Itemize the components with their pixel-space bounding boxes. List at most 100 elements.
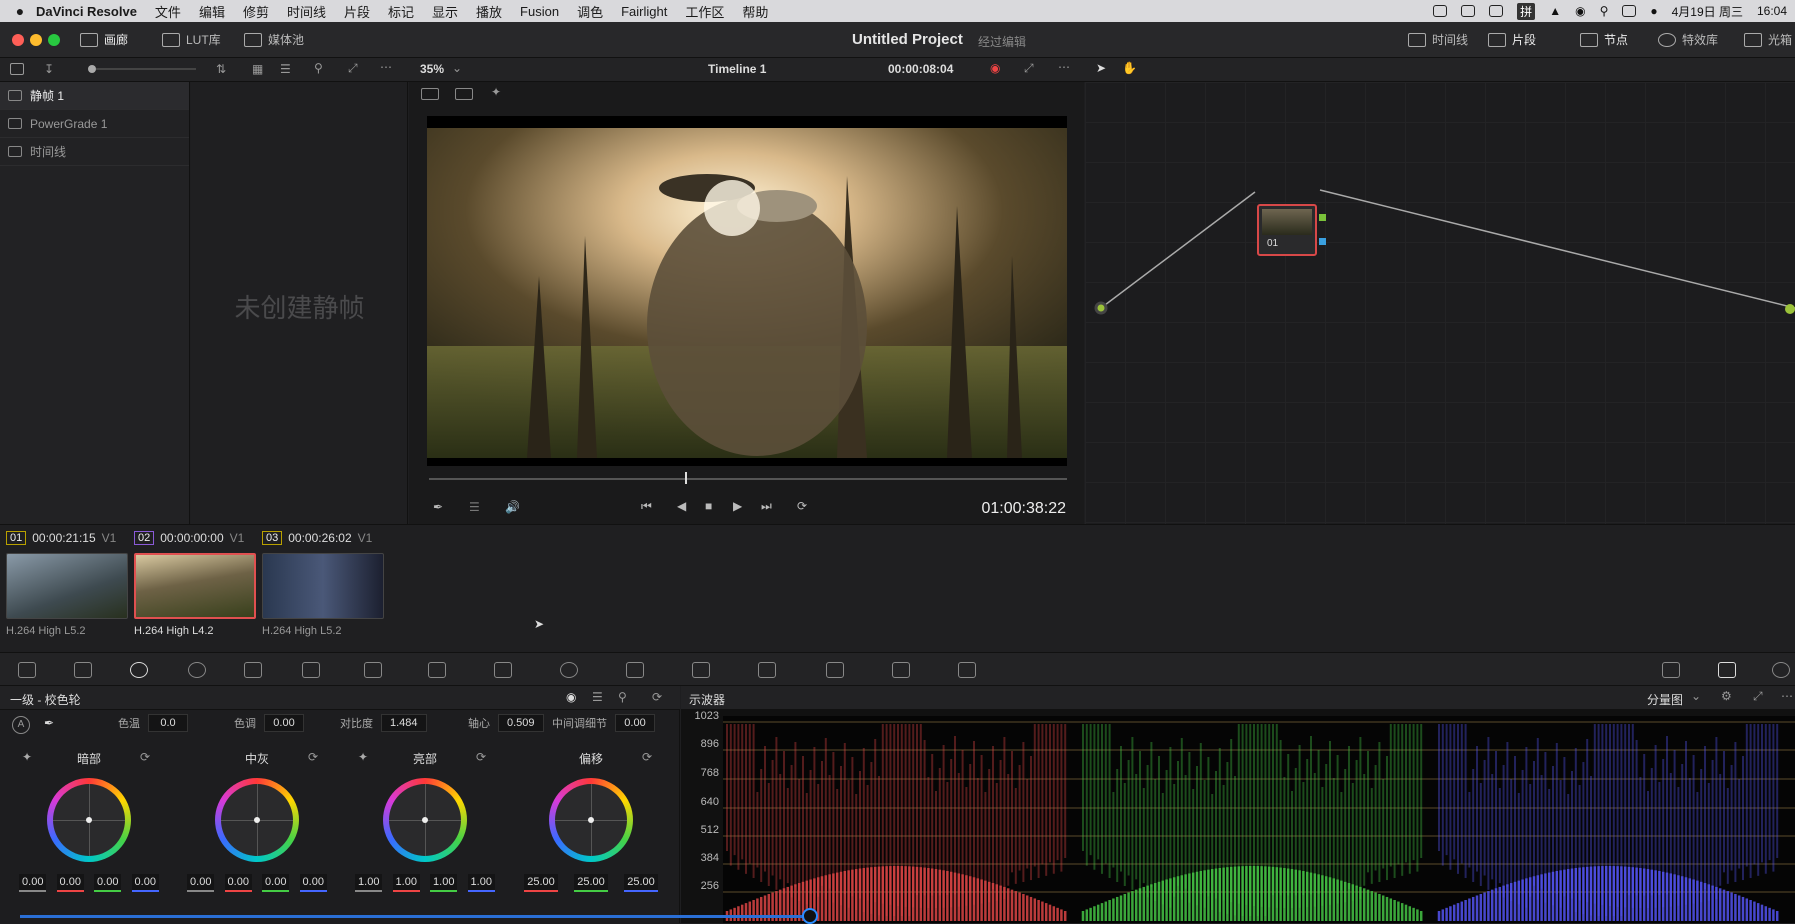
menu-clip[interactable]: 片段: [344, 2, 370, 21]
loop-icon[interactable]: ⟳: [797, 499, 807, 513]
scope-mode-select[interactable]: 分量图: [1647, 691, 1683, 708]
menubar-date[interactable]: 4月19日 周三: [1672, 3, 1743, 20]
go-to-start-icon[interactable]: ⏮: [641, 499, 652, 514]
clips-button[interactable]: 片段: [1488, 31, 1536, 48]
hand-tool-icon[interactable]: ✋: [1122, 61, 1137, 75]
wheel-reset-icon[interactable]: ⟳: [642, 750, 652, 764]
lut-button[interactable]: LUT库: [162, 31, 221, 48]
key-icon[interactable]: [826, 662, 844, 678]
timeline-button[interactable]: 时间线: [1408, 31, 1468, 48]
wheel-reset-icon[interactable]: ⟳: [308, 750, 318, 764]
video-frame[interactable]: [427, 116, 1067, 466]
grid-view-icon[interactable]: ▦: [252, 62, 263, 76]
wechat-icon[interactable]: [1489, 5, 1504, 17]
wheel-picker-icon[interactable]: ✦: [22, 750, 32, 764]
more-icon[interactable]: ⋯: [380, 60, 392, 74]
timeline-selector[interactable]: Timeline 1: [708, 62, 766, 76]
menu-trim[interactable]: 修剪: [243, 2, 269, 21]
info-icon[interactable]: [1772, 662, 1790, 678]
wheel-value-b[interactable]: 0.00: [299, 874, 327, 892]
app-menu[interactable]: DaVinci Resolve: [36, 4, 137, 19]
3d-icon[interactable]: [958, 662, 976, 678]
screen-record-icon[interactable]: [1433, 5, 1448, 17]
layers-icon[interactable]: ☰: [469, 500, 480, 514]
menu-edit[interactable]: 编辑: [199, 2, 225, 21]
nodes-button[interactable]: 节点: [1580, 31, 1628, 48]
expand-icon[interactable]: ⤢: [348, 61, 358, 76]
pointer-tool-icon[interactable]: ➤: [1096, 61, 1106, 75]
siri-icon[interactable]: ●: [1650, 4, 1657, 18]
viewer-playhead[interactable]: [685, 472, 687, 484]
wheel-value-r[interactable]: 25.00: [524, 874, 558, 892]
rgb-mixer-icon[interactable]: [244, 662, 262, 678]
list-view-icon[interactable]: ☰: [280, 62, 291, 76]
reset-icon[interactable]: ⟳: [652, 690, 662, 704]
viewer-more-icon[interactable]: ⋯: [1058, 60, 1070, 74]
clip-02[interactable]: 02 00:00:00:00 V1 H.264 High L4.2: [134, 529, 256, 637]
scope-more-icon[interactable]: ⋯: [1781, 689, 1793, 703]
album-timeline[interactable]: 时间线: [0, 138, 189, 166]
zoom-slider-knob[interactable]: [88, 65, 96, 73]
play-icon[interactable]: ▶: [733, 499, 742, 513]
chevron-down-icon[interactable]: ⌄: [1691, 689, 1701, 703]
wheel-reset-icon[interactable]: ⟳: [140, 750, 150, 764]
bars-mode-icon[interactable]: ☰: [592, 690, 603, 704]
panel-resize-knob[interactable]: [802, 908, 818, 924]
gain-color-wheel[interactable]: [383, 778, 467, 862]
go-to-end-icon[interactable]: ⏭: [761, 499, 772, 514]
node-01[interactable]: 01: [1257, 204, 1317, 256]
sidebar-toggle-icon[interactable]: [10, 63, 24, 75]
clip-03[interactable]: 03 00:00:26:02 V1 H.264 High L5.2: [262, 529, 384, 637]
eyedropper-icon[interactable]: ✒: [433, 500, 443, 514]
apple-menu-icon[interactable]: ●: [10, 3, 30, 19]
reverse-play-icon[interactable]: ◀: [677, 499, 686, 513]
log-mode-icon[interactable]: ⚲: [618, 690, 627, 704]
wheel-value-y[interactable]: 0.00: [19, 874, 47, 892]
motion-effects-icon[interactable]: [302, 662, 320, 678]
menu-mark[interactable]: 标记: [388, 2, 414, 21]
wheel-value-y[interactable]: 1.00: [355, 874, 383, 892]
viewer-scrub-bar[interactable]: [429, 478, 1067, 480]
menu-fusion[interactable]: Fusion: [520, 4, 559, 19]
menu-view[interactable]: 显示: [432, 2, 458, 21]
viewer-zoom[interactable]: 35%: [420, 62, 444, 76]
cloud-icon[interactable]: [1461, 5, 1476, 17]
gallery-button[interactable]: 画廊: [80, 31, 128, 48]
hdr-wheels-icon[interactable]: [188, 662, 206, 678]
lightbox-button[interactable]: 光箱: [1744, 31, 1792, 48]
scope-expand-icon[interactable]: ⤢: [1753, 689, 1763, 704]
album-powergrade[interactable]: PowerGrade 1: [0, 110, 189, 138]
wheel-picker-icon[interactable]: ✦: [358, 750, 368, 764]
control-center-icon[interactable]: [1622, 5, 1637, 17]
wheel-value-b[interactable]: 25.00: [624, 874, 658, 892]
offset-color-wheel[interactable]: [549, 778, 633, 862]
sort-icon[interactable]: ⇅: [216, 62, 226, 76]
wheel-value-b[interactable]: 1.00: [467, 874, 495, 892]
search-icon[interactable]: ⚲: [1600, 4, 1609, 18]
sizing-icon[interactable]: [892, 662, 910, 678]
chevron-down-icon[interactable]: ⌄: [452, 61, 462, 75]
node-editor[interactable]: 01: [1085, 82, 1795, 524]
zoom-button[interactable]: [48, 34, 60, 46]
scope-settings-icon[interactable]: ⚙: [1721, 689, 1732, 703]
zoom-slider[interactable]: [96, 68, 196, 70]
wheel-value-r[interactable]: 0.00: [224, 874, 252, 892]
output-connector[interactable]: [1785, 304, 1795, 314]
param-value[interactable]: 0.509: [498, 714, 544, 732]
bluetooth-icon[interactable]: ▲: [1549, 4, 1561, 18]
node-output-alpha[interactable]: [1319, 238, 1326, 245]
node-output-rgb[interactable]: [1319, 214, 1326, 221]
color-warper-icon[interactable]: [428, 662, 446, 678]
wheel-value-b[interactable]: 0.00: [131, 874, 159, 892]
menu-file[interactable]: 文件: [155, 2, 181, 21]
menu-timeline[interactable]: 时间线: [287, 2, 326, 21]
wifi-icon[interactable]: ◉: [1575, 4, 1585, 18]
album-stills[interactable]: 静帧 1: [0, 82, 189, 110]
menu-help[interactable]: 帮助: [742, 2, 768, 21]
minimize-button[interactable]: [30, 34, 42, 46]
wheel-value-g[interactable]: 0.00: [94, 874, 122, 892]
split-viewer-icon[interactable]: [455, 88, 473, 100]
lift-color-wheel[interactable]: [47, 778, 131, 862]
stop-icon[interactable]: ■: [705, 499, 712, 513]
qualifier-icon[interactable]: [494, 662, 512, 678]
